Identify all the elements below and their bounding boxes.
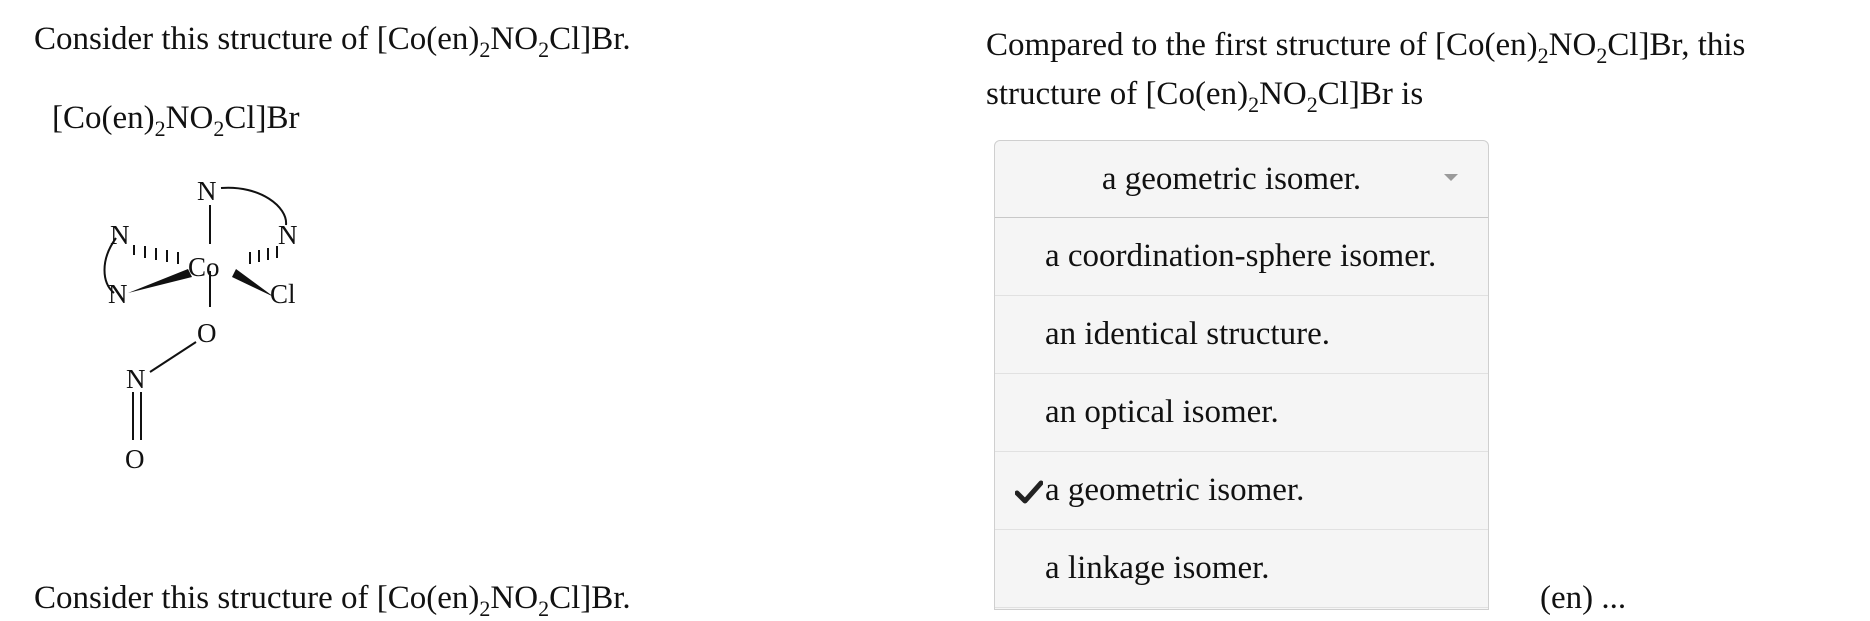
dropdown-option[interactable]: a coordination-sphere isomer. [995,218,1488,296]
chevron-down-icon [1444,174,1458,181]
left-prompt: Consider this structure of [Co(en)2NO2Cl… [34,21,631,62]
question-line-2: structure of [Co(en)2NO2Cl]Br is [986,76,1424,117]
dropdown-selected-label: a geometric isomer. [1101,160,1362,197]
atom-n-top: N [197,176,217,206]
dropdown-option[interactable]: a linkage isomer. [995,530,1488,608]
dropdown-option[interactable]: an optical isomer. [995,374,1488,452]
bottom-prompt: Consider this structure of [Co(en)2NO2Cl… [34,580,631,621]
atom-n-lower-left: N [108,279,128,309]
atom-co: Co [188,252,220,282]
dropdown-option[interactable]: an identical structure. [995,296,1488,374]
molecule-structure: N N Co N N Cl O N O [103,176,298,474]
atom-n-upper-right: N [278,220,298,250]
question-line-1: Compared to the first structure of [Co(e… [986,27,1746,68]
dropdown-option-checked[interactable]: a geometric isomer. [995,452,1488,530]
atom-o-bridge: O [197,318,217,348]
dropdown-selected[interactable]: a geometric isomer. [995,141,1488,218]
formula-label: [Co(en)2NO2Cl]Br [52,100,300,141]
atom-n-upper-left: N [110,220,130,250]
checkmark-icon [1015,480,1043,504]
atom-n-nitro: N [126,364,146,394]
isomer-dropdown[interactable]: a geometric isomer. a coordination-spher… [994,140,1489,610]
atom-o-terminal: O [125,444,145,474]
atom-cl: Cl [270,279,296,309]
bottom-clip-text: (en) ... [1540,580,1627,616]
